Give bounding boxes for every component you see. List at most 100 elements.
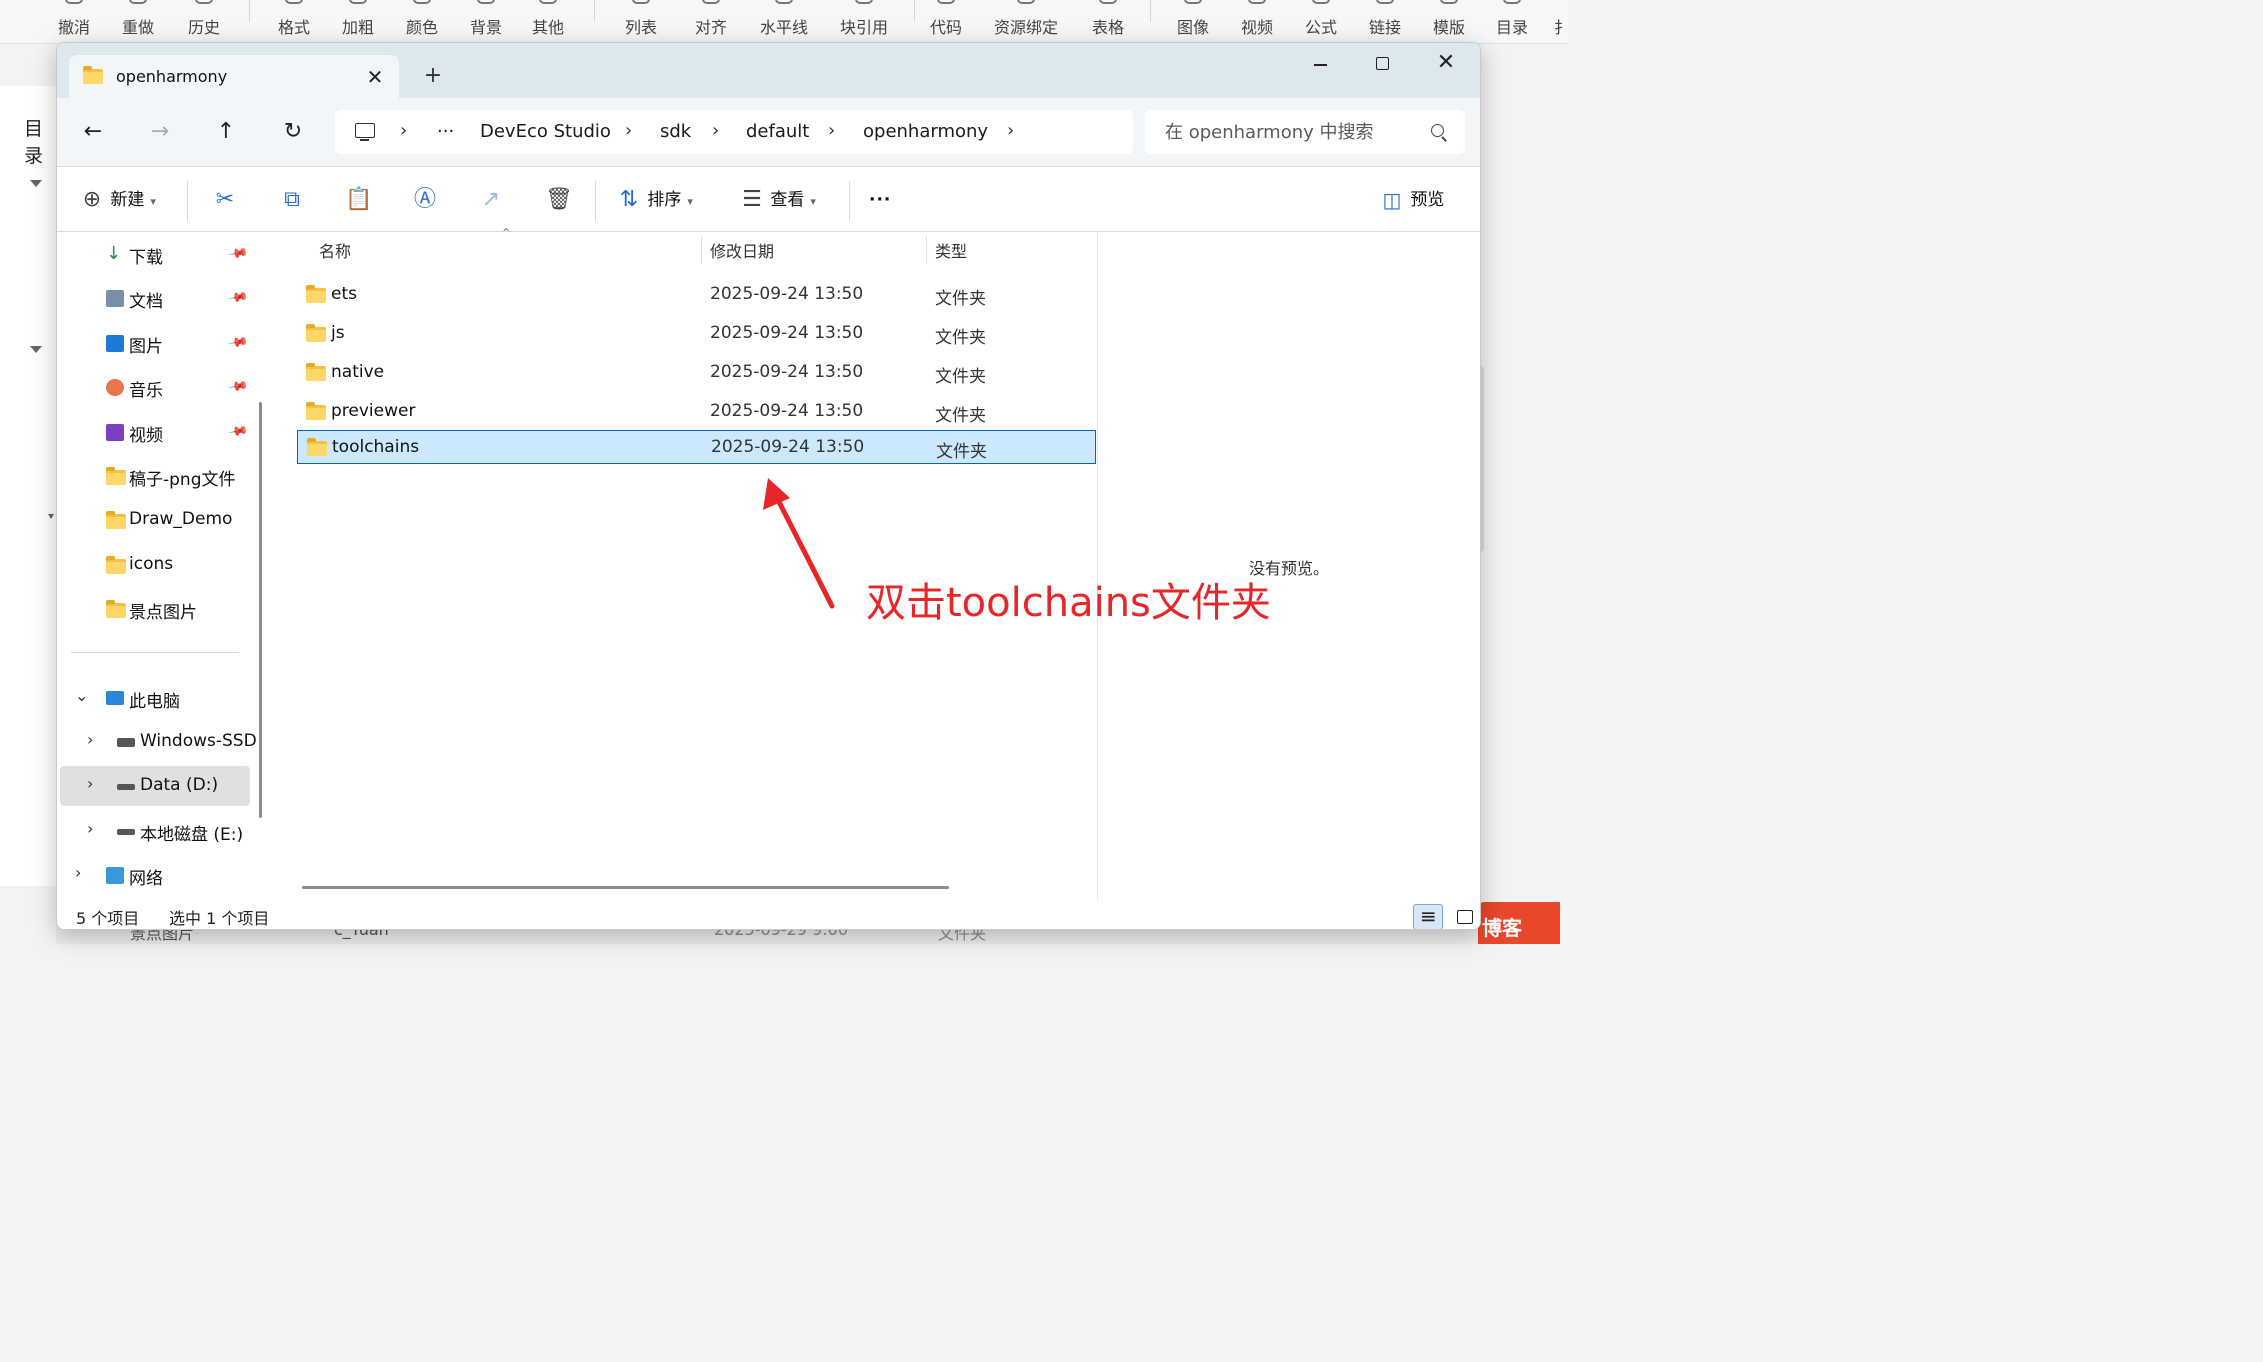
other-button[interactable]: 其他 xyxy=(526,0,570,44)
view-button[interactable]: ☰ 查看 ▾ xyxy=(739,184,816,216)
refresh-button[interactable]: ↻ xyxy=(277,116,309,148)
breadcrumb-openharmony[interactable]: openharmony xyxy=(863,121,988,142)
toc-button[interactable]: 目录 xyxy=(1490,0,1534,44)
blog-badge[interactable]: 博客 xyxy=(1478,902,1560,944)
breadcrumb-deveco-studio[interactable]: DevEco Studio xyxy=(480,121,611,142)
format-button[interactable]: 格式 xyxy=(272,0,316,44)
overflow-tool-button[interactable]: 扌 xyxy=(1554,0,1576,44)
nav-item-documents[interactable]: 文档 📌 xyxy=(60,278,250,318)
search-input[interactable] xyxy=(1145,110,1465,154)
nav-item-windows-ssd[interactable]: › Windows-SSD xyxy=(60,722,257,762)
nav-item-data-d[interactable]: › Data (D:) xyxy=(60,766,250,806)
column-header-name[interactable]: 名称 xyxy=(319,238,351,262)
nav-item-draw-demo[interactable]: Draw_Demo xyxy=(60,500,250,540)
toc-collapse-icon[interactable] xyxy=(30,180,42,187)
nav-item-downloads[interactable]: ↓ 下载 📌 xyxy=(60,234,250,274)
see-more-button[interactable]: ··· xyxy=(869,184,891,216)
pin-icon[interactable]: 📌 xyxy=(227,376,249,398)
chevron-right-icon[interactable]: › xyxy=(87,819,93,838)
video-button[interactable]: 视频 xyxy=(1235,0,1279,44)
copy-button[interactable]: ⧉ xyxy=(279,184,305,216)
new-tab-button[interactable]: + xyxy=(419,62,447,90)
new-button[interactable]: ⊕ 新建 ▾ xyxy=(79,184,156,216)
undo-button[interactable]: 撤消 xyxy=(52,0,96,44)
rename-button[interactable]: Ⓐ xyxy=(412,184,438,216)
tab-openharmony[interactable]: openharmony ✕ xyxy=(69,55,399,99)
annotation-arrow xyxy=(763,478,835,609)
pin-icon[interactable]: 📌 xyxy=(227,287,249,309)
resource-binding-button[interactable]: 资源绑定 xyxy=(990,0,1062,44)
undo-icon xyxy=(65,0,83,4)
chevron-down-icon[interactable]: ⌄ xyxy=(75,686,88,705)
blockquote-button[interactable]: 块引用 xyxy=(836,0,892,44)
maximize-button[interactable] xyxy=(1359,47,1405,79)
tiles-view-button[interactable] xyxy=(1449,904,1479,929)
column-header-date[interactable]: 修改日期 xyxy=(710,238,774,262)
template-button[interactable]: 模版 xyxy=(1427,0,1471,44)
preview-pane-button[interactable]: ◫ 预览 xyxy=(1379,184,1445,216)
back-button[interactable]: ← xyxy=(77,116,109,148)
code-button[interactable]: 代码 xyxy=(924,0,968,44)
breadcrumb-more[interactable]: ··· xyxy=(437,121,454,142)
toc-collapse-icon[interactable] xyxy=(30,346,42,353)
formula-button[interactable]: 公式 xyxy=(1299,0,1343,44)
forward-button[interactable]: → xyxy=(144,116,176,148)
up-button[interactable]: ↑ xyxy=(210,116,242,148)
pin-icon[interactable]: 📌 xyxy=(227,421,249,443)
list-button[interactable]: 列表 xyxy=(619,0,663,44)
file-list: ⌃ 名称 修改日期 类型 ets 2025-09-24 13:50 文件夹 js… xyxy=(275,226,1097,900)
image-icon xyxy=(1184,0,1202,4)
horizontal-line-button[interactable]: 水平线 xyxy=(756,0,812,44)
toc-collapse-icon[interactable] xyxy=(48,514,54,519)
details-view-button[interactable] xyxy=(1413,904,1443,929)
file-row-native[interactable]: native 2025-09-24 13:50 文件夹 xyxy=(298,356,1097,389)
align-button[interactable]: 对齐 xyxy=(689,0,733,44)
window-close-button[interactable]: ✕ xyxy=(1423,47,1469,79)
chevron-right-icon[interactable]: › xyxy=(87,774,93,793)
breadcrumb-default[interactable]: default xyxy=(746,121,809,142)
column-header-type[interactable]: 类型 xyxy=(935,238,967,262)
history-button[interactable]: 历史 xyxy=(182,0,226,44)
chevron-right-icon[interactable]: › xyxy=(75,863,81,882)
nav-scrollbar[interactable] xyxy=(259,402,262,818)
nav-item-network[interactable]: › 网络 xyxy=(60,855,250,895)
table-button[interactable]: 表格 xyxy=(1086,0,1130,44)
column-divider[interactable] xyxy=(926,236,927,264)
horizontal-scrollbar[interactable] xyxy=(302,886,949,889)
share-button[interactable]: ↗ xyxy=(478,184,504,216)
cut-button[interactable]: ✂ xyxy=(212,184,238,216)
file-row-toolchains[interactable]: toolchains 2025-09-24 13:50 文件夹 xyxy=(297,430,1096,464)
link-button[interactable]: 链接 xyxy=(1363,0,1407,44)
breadcrumb-sdk[interactable]: sdk xyxy=(660,121,691,142)
image-button[interactable]: 图像 xyxy=(1171,0,1215,44)
address-bar[interactable]: › ··· DevEco Studio › sdk › default › op… xyxy=(335,110,1133,154)
tab-title: openharmony xyxy=(116,67,228,86)
redo-button[interactable]: 重做 xyxy=(116,0,160,44)
minimize-button[interactable] xyxy=(1297,47,1343,79)
nav-item-local-disk-e[interactable]: › 本地磁盘 (E:) xyxy=(60,811,250,851)
chevron-right-icon[interactable]: › xyxy=(87,730,93,749)
nav-item-scenic-pictures[interactable]: 景点图片 xyxy=(60,589,250,629)
nav-item-pictures[interactable]: 图片 📌 xyxy=(60,323,250,363)
tab-close-button[interactable]: ✕ xyxy=(361,63,389,91)
bold-button[interactable]: 加粗 xyxy=(336,0,380,44)
pin-icon[interactable]: 📌 xyxy=(227,332,249,354)
paste-button[interactable]: 📋 xyxy=(345,184,372,216)
delete-button[interactable]: 🗑 xyxy=(545,184,573,216)
file-row-ets[interactable]: ets 2025-09-24 13:50 文件夹 xyxy=(298,278,1097,311)
file-type: 文件夹 xyxy=(935,328,986,348)
nav-item-videos[interactable]: 视频 📌 xyxy=(60,412,250,452)
nav-item-gaozi-png[interactable]: 稿子-png文件 xyxy=(60,456,250,496)
file-row-previewer[interactable]: previewer 2025-09-24 13:50 文件夹 xyxy=(298,395,1097,428)
document-icon xyxy=(106,290,124,307)
color-button[interactable]: 颜色 xyxy=(400,0,444,44)
nav-item-this-pc[interactable]: ⌄ 此电脑 xyxy=(60,678,250,718)
file-row-js[interactable]: js 2025-09-24 13:50 文件夹 xyxy=(298,317,1097,350)
background-button[interactable]: 背景 xyxy=(464,0,508,44)
nav-item-icons[interactable]: icons xyxy=(60,545,250,585)
column-divider[interactable] xyxy=(701,236,702,264)
search-icon[interactable] xyxy=(1431,124,1444,137)
sort-button[interactable]: ⇅ 排序 ▾ xyxy=(616,184,693,216)
nav-item-music[interactable]: 音乐 📌 xyxy=(60,367,250,407)
pin-icon[interactable]: 📌 xyxy=(227,243,249,265)
